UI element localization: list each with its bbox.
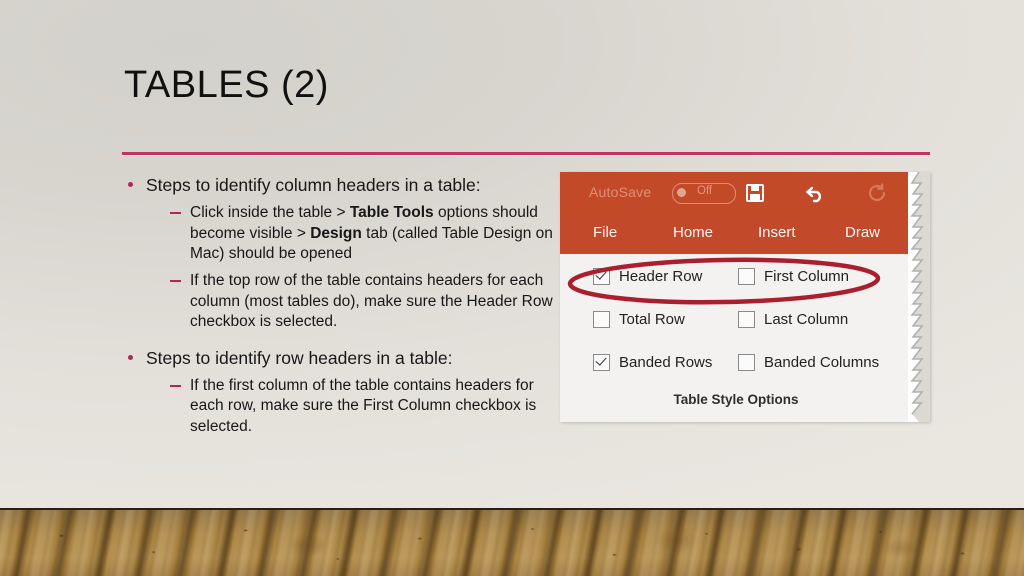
wood-floor-background <box>0 508 1024 576</box>
bullet-dot-icon <box>128 354 133 360</box>
page-title: TABLES (2) <box>124 64 329 106</box>
checkbox-label: Total Row <box>619 311 685 328</box>
checkbox-icon[interactable] <box>738 354 755 371</box>
title-divider-rule <box>122 152 930 155</box>
tab-home[interactable]: Home <box>673 224 713 241</box>
tab-insert[interactable]: Insert <box>758 224 796 241</box>
bullet-level1-text: Steps to identify column headers in a ta… <box>146 175 481 195</box>
table-style-options-group: Header Row First Column Total Row Last C… <box>560 254 912 422</box>
bullet-level1: Steps to identify column headers in a ta… <box>124 174 554 196</box>
checkbox-banded-rows[interactable]: Banded Rows <box>593 354 712 371</box>
bullet-level2: Click inside the table > Table Tools opt… <box>124 203 554 264</box>
redo-icon <box>865 181 889 205</box>
tab-file[interactable]: File <box>593 224 617 241</box>
bullet-level2-text: If the top row of the table contains hea… <box>190 272 553 331</box>
bullet-dot-icon <box>128 182 133 187</box>
checkbox-icon[interactable] <box>738 311 755 328</box>
bullet-level2-text: If the first column of the table contain… <box>190 376 537 435</box>
checkbox-label: Banded Columns <box>764 354 880 371</box>
checkbox-icon[interactable] <box>738 268 755 285</box>
checkbox-label: Header Row <box>619 268 703 285</box>
presentation-slide: TABLES (2) Steps to identify column head… <box>0 0 1024 576</box>
floor-knots <box>0 510 1024 576</box>
torn-paper-edge <box>908 172 930 422</box>
ribbon-tab-bar: File Home Insert Draw <box>560 215 912 254</box>
autosave-state-label: Off <box>697 185 713 197</box>
checkbox-label: Banded Rows <box>619 354 713 371</box>
bullet-level2: If the first column of the table contain… <box>124 376 554 437</box>
autosave-label: AutoSave <box>589 184 652 200</box>
quick-access-toolbar: AutoSave Off <box>560 172 912 215</box>
dash-marker-icon <box>170 384 181 387</box>
autosave-toggle[interactable]: Off <box>672 183 736 204</box>
toggle-knob-icon <box>677 188 686 197</box>
slide-body-text: Steps to identify column headers in a ta… <box>124 174 554 437</box>
save-icon[interactable] <box>743 181 767 205</box>
dash-marker-icon <box>170 280 181 283</box>
checkbox-banded-columns[interactable]: Banded Columns <box>738 354 879 371</box>
checkbox-icon[interactable] <box>593 354 610 371</box>
checkbox-icon[interactable] <box>593 268 610 285</box>
embedded-powerpoint-screenshot: AutoSave Off File Home Insert Draw Heade… <box>560 172 930 422</box>
dash-marker-icon <box>170 212 181 215</box>
checkbox-header-row[interactable]: Header Row <box>593 268 702 285</box>
checkbox-label: Last Column <box>764 311 849 328</box>
bullet-level1: Steps to identify row headers in a table… <box>124 347 554 369</box>
tab-draw[interactable]: Draw <box>845 224 880 241</box>
bullet-level1-text: Steps to identify row headers in a table… <box>146 347 453 368</box>
checkbox-last-column[interactable]: Last Column <box>738 311 848 328</box>
bullet-level2-text: Click inside the table > Table Tools opt… <box>190 204 553 262</box>
checkbox-label: First Column <box>764 268 850 285</box>
bullet-level2: If the top row of the table contains hea… <box>124 271 554 332</box>
undo-icon[interactable] <box>803 181 827 205</box>
checkbox-first-column[interactable]: First Column <box>738 268 849 285</box>
checkbox-icon[interactable] <box>593 311 610 328</box>
table-style-options-caption: Table Style Options <box>673 392 799 407</box>
checkbox-total-row[interactable]: Total Row <box>593 311 685 328</box>
